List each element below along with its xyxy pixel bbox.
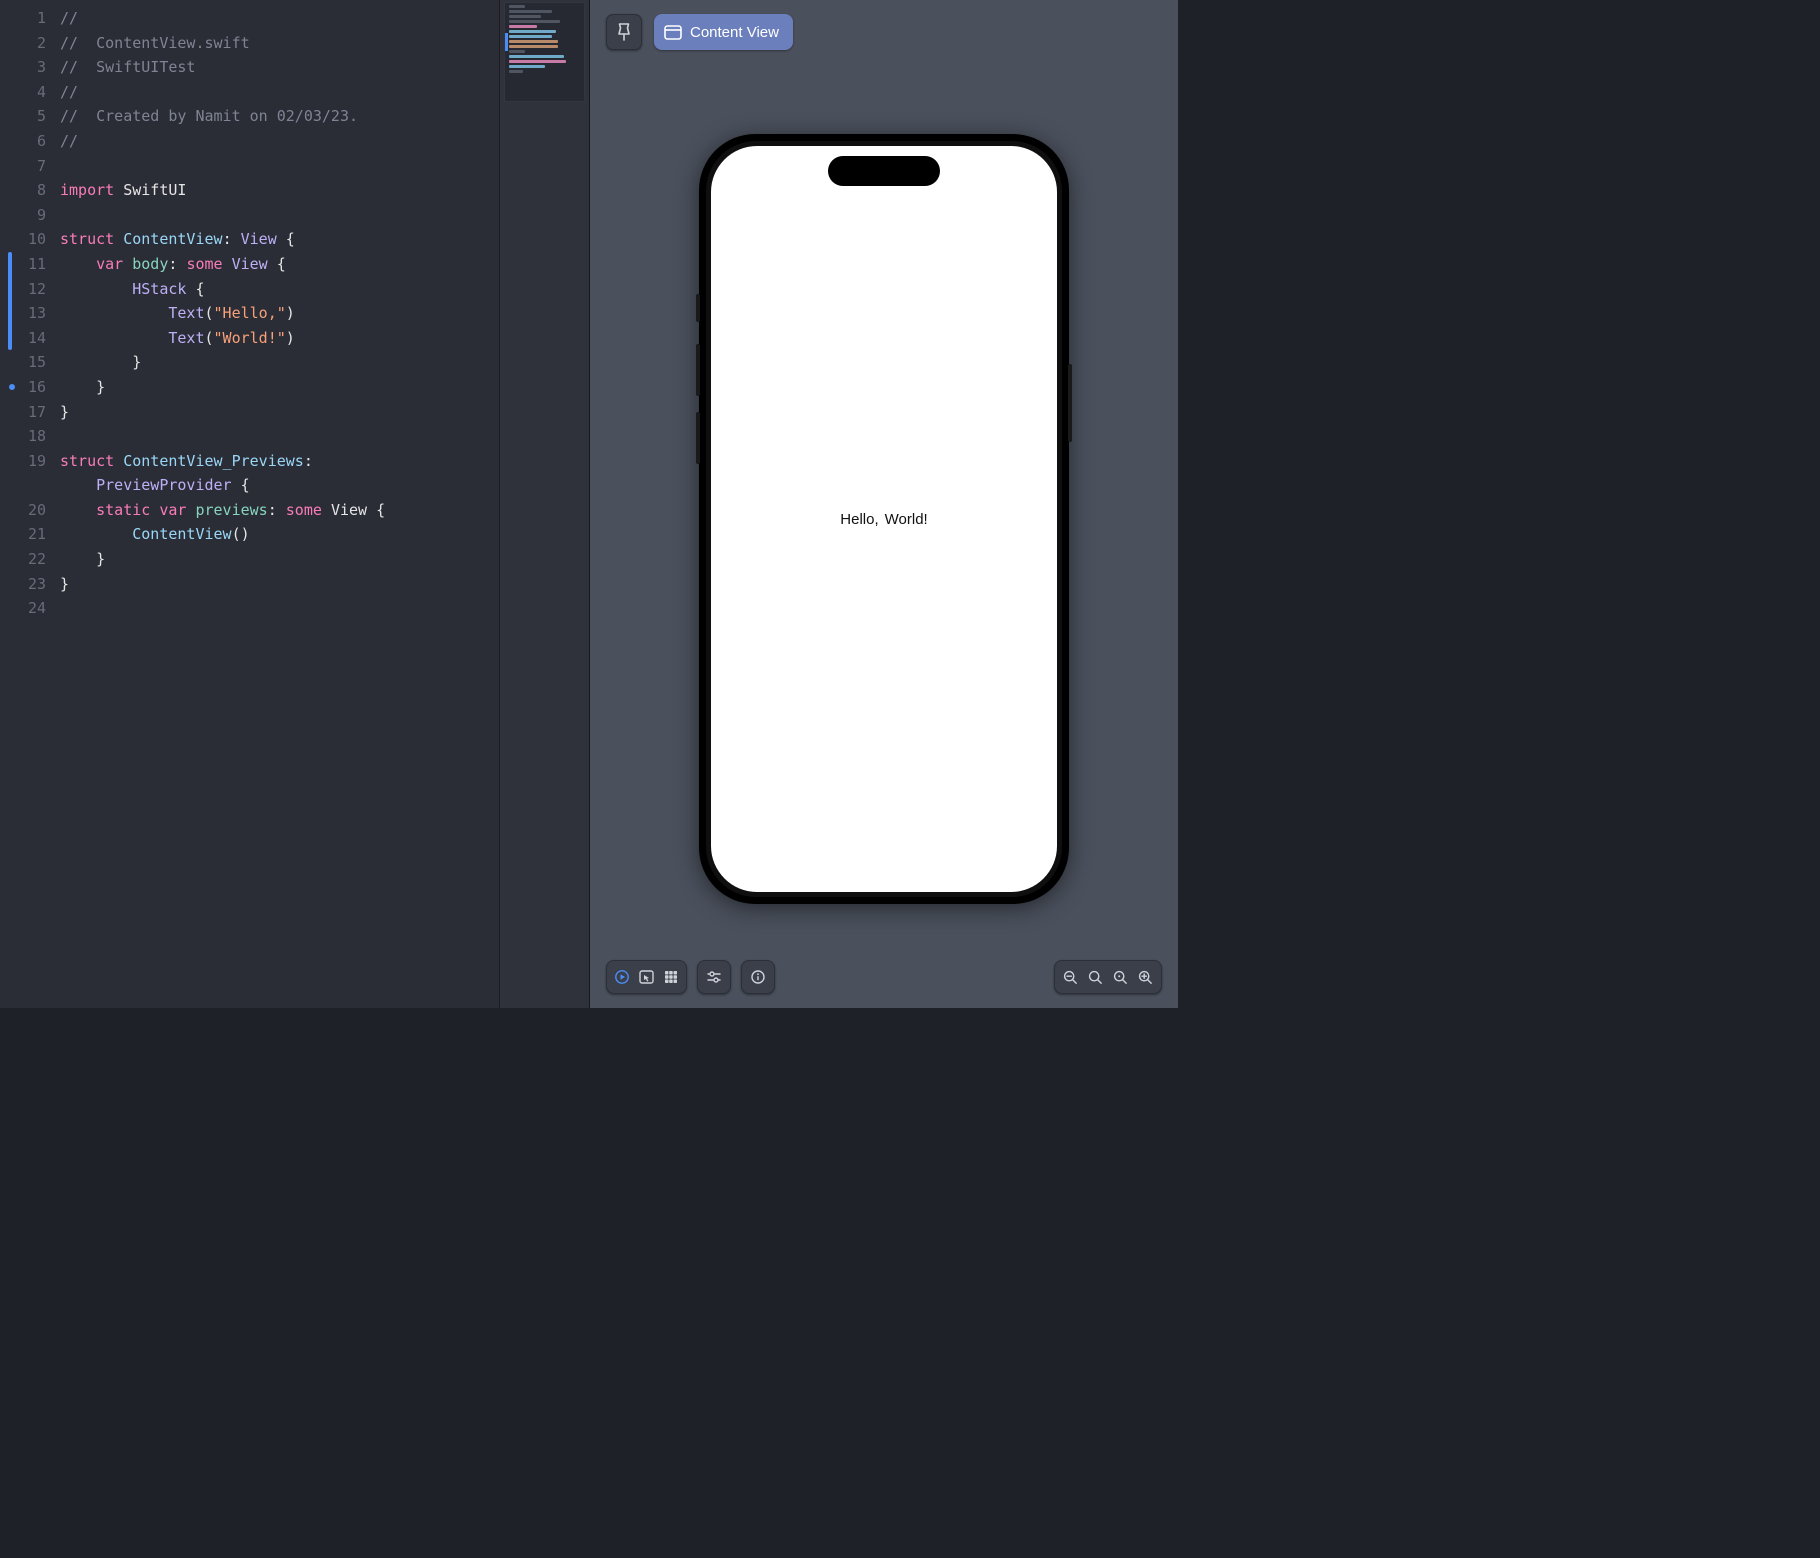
line-number: 16: [0, 375, 46, 400]
zoom-actual-button[interactable]: [1113, 970, 1128, 985]
preview-canvas-pane[interactable]: Content View Hello, World!: [590, 0, 1178, 1008]
line-number: 22: [0, 547, 46, 572]
code-line[interactable]: static var previews: some View {: [60, 498, 499, 523]
variants-icon: [706, 970, 722, 984]
code-line[interactable]: //: [60, 129, 499, 154]
zoom-group: [1054, 960, 1162, 994]
code-line[interactable]: import SwiftUI: [60, 178, 499, 203]
line-number: 24: [0, 596, 46, 621]
preview-target-chip[interactable]: Content View: [654, 14, 793, 50]
zoom-fit-button[interactable]: [1088, 970, 1103, 985]
code-line[interactable]: ContentView(): [60, 522, 499, 547]
code-line[interactable]: }: [60, 400, 499, 425]
line-number: 20: [0, 498, 46, 523]
code-line[interactable]: }: [60, 350, 499, 375]
device-power-button: [1068, 364, 1072, 442]
code-line[interactable]: // SwiftUITest: [60, 55, 499, 80]
line-number: 2: [0, 31, 46, 56]
minimap[interactable]: [504, 2, 585, 102]
pin-icon: [616, 23, 632, 41]
line-number: 21: [0, 522, 46, 547]
line-number: [0, 473, 46, 498]
live-preview-button[interactable]: [615, 970, 629, 984]
variants-grid-button[interactable]: [664, 970, 678, 984]
preview-left-tools: [606, 960, 775, 994]
line-number: 17: [0, 400, 46, 425]
preview-info-button[interactable]: [741, 960, 775, 994]
line-number: 7: [0, 154, 46, 179]
dynamic-island: [828, 156, 940, 186]
code-line[interactable]: // Created by Namit on 02/03/23.: [60, 104, 499, 129]
line-number: 18: [0, 424, 46, 449]
minimap-change-marker: [505, 33, 508, 51]
zoom-fit-icon: [1088, 970, 1103, 985]
zoom-out-icon: [1063, 970, 1078, 985]
code-line[interactable]: [60, 596, 499, 621]
code-line[interactable]: struct ContentView_Previews:: [60, 449, 499, 474]
zoom-in-button[interactable]: [1138, 970, 1153, 985]
line-number: 10: [0, 227, 46, 252]
preview-mode-group: [606, 960, 687, 994]
code-line[interactable]: // ContentView.swift: [60, 31, 499, 56]
code-line[interactable]: HStack {: [60, 277, 499, 302]
line-number: 13: [0, 301, 46, 326]
line-number: 14: [0, 326, 46, 351]
text-hello: Hello,: [840, 511, 878, 528]
code-line[interactable]: var body: some View {: [60, 252, 499, 277]
preview-rendered-text: Hello, World!: [840, 511, 927, 528]
code-content[interactable]: //// ContentView.swift// SwiftUITest////…: [60, 6, 499, 621]
line-number: 3: [0, 55, 46, 80]
code-area[interactable]: 123456789101112131415161718192021222324 …: [0, 0, 499, 621]
code-line[interactable]: [60, 154, 499, 179]
device-frame: Hello, World!: [699, 134, 1069, 904]
change-indicator-bar: [8, 252, 12, 350]
device-settings-button[interactable]: [697, 960, 731, 994]
preview-topbar: Content View: [606, 14, 793, 50]
zoom-in-icon: [1138, 970, 1153, 985]
code-line[interactable]: PreviewProvider {: [60, 473, 499, 498]
code-line[interactable]: [60, 424, 499, 449]
line-number: 4: [0, 80, 46, 105]
text-world: World!: [885, 511, 928, 528]
line-number: 5: [0, 104, 46, 129]
code-line[interactable]: [60, 203, 499, 228]
code-line[interactable]: }: [60, 375, 499, 400]
preview-canvas[interactable]: Hello, World!: [590, 0, 1178, 1008]
line-number: 6: [0, 129, 46, 154]
line-number: 12: [0, 277, 46, 302]
line-number: 9: [0, 203, 46, 228]
info-icon: [751, 970, 765, 984]
selectable-preview-button[interactable]: [639, 970, 654, 984]
play-icon: [615, 970, 629, 984]
code-line[interactable]: Text("Hello,"): [60, 301, 499, 326]
code-line[interactable]: }: [60, 547, 499, 572]
xcode-window: 123456789101112131415161718192021222324 …: [0, 0, 1178, 1008]
grid-icon: [664, 970, 678, 984]
device-volume-down: [696, 412, 700, 464]
zoom-out-button[interactable]: [1063, 970, 1078, 985]
code-line[interactable]: struct ContentView: View {: [60, 227, 499, 252]
preview-zoom-tools: [1054, 960, 1162, 994]
line-number: 1: [0, 6, 46, 31]
window-icon: [664, 25, 682, 40]
zoom-actual-icon: [1113, 970, 1128, 985]
code-editor-pane[interactable]: 123456789101112131415161718192021222324 …: [0, 0, 500, 1008]
preview-bottombar: [590, 960, 1178, 994]
code-line[interactable]: //: [60, 80, 499, 105]
selectable-icon: [639, 970, 654, 984]
device-screen[interactable]: Hello, World!: [711, 146, 1057, 892]
code-line[interactable]: }: [60, 572, 499, 597]
minimap-pane[interactable]: [500, 0, 590, 1008]
device-volume-up: [696, 344, 700, 396]
pin-preview-button[interactable]: [606, 14, 642, 50]
line-number: 11: [0, 252, 46, 277]
line-number: 23: [0, 572, 46, 597]
code-line[interactable]: //: [60, 6, 499, 31]
code-line[interactable]: Text("World!"): [60, 326, 499, 351]
device-mute-switch: [696, 294, 700, 322]
preview-target-label: Content View: [690, 24, 779, 41]
line-number: 8: [0, 178, 46, 203]
line-number: 15: [0, 350, 46, 375]
line-number: 19: [0, 449, 46, 474]
